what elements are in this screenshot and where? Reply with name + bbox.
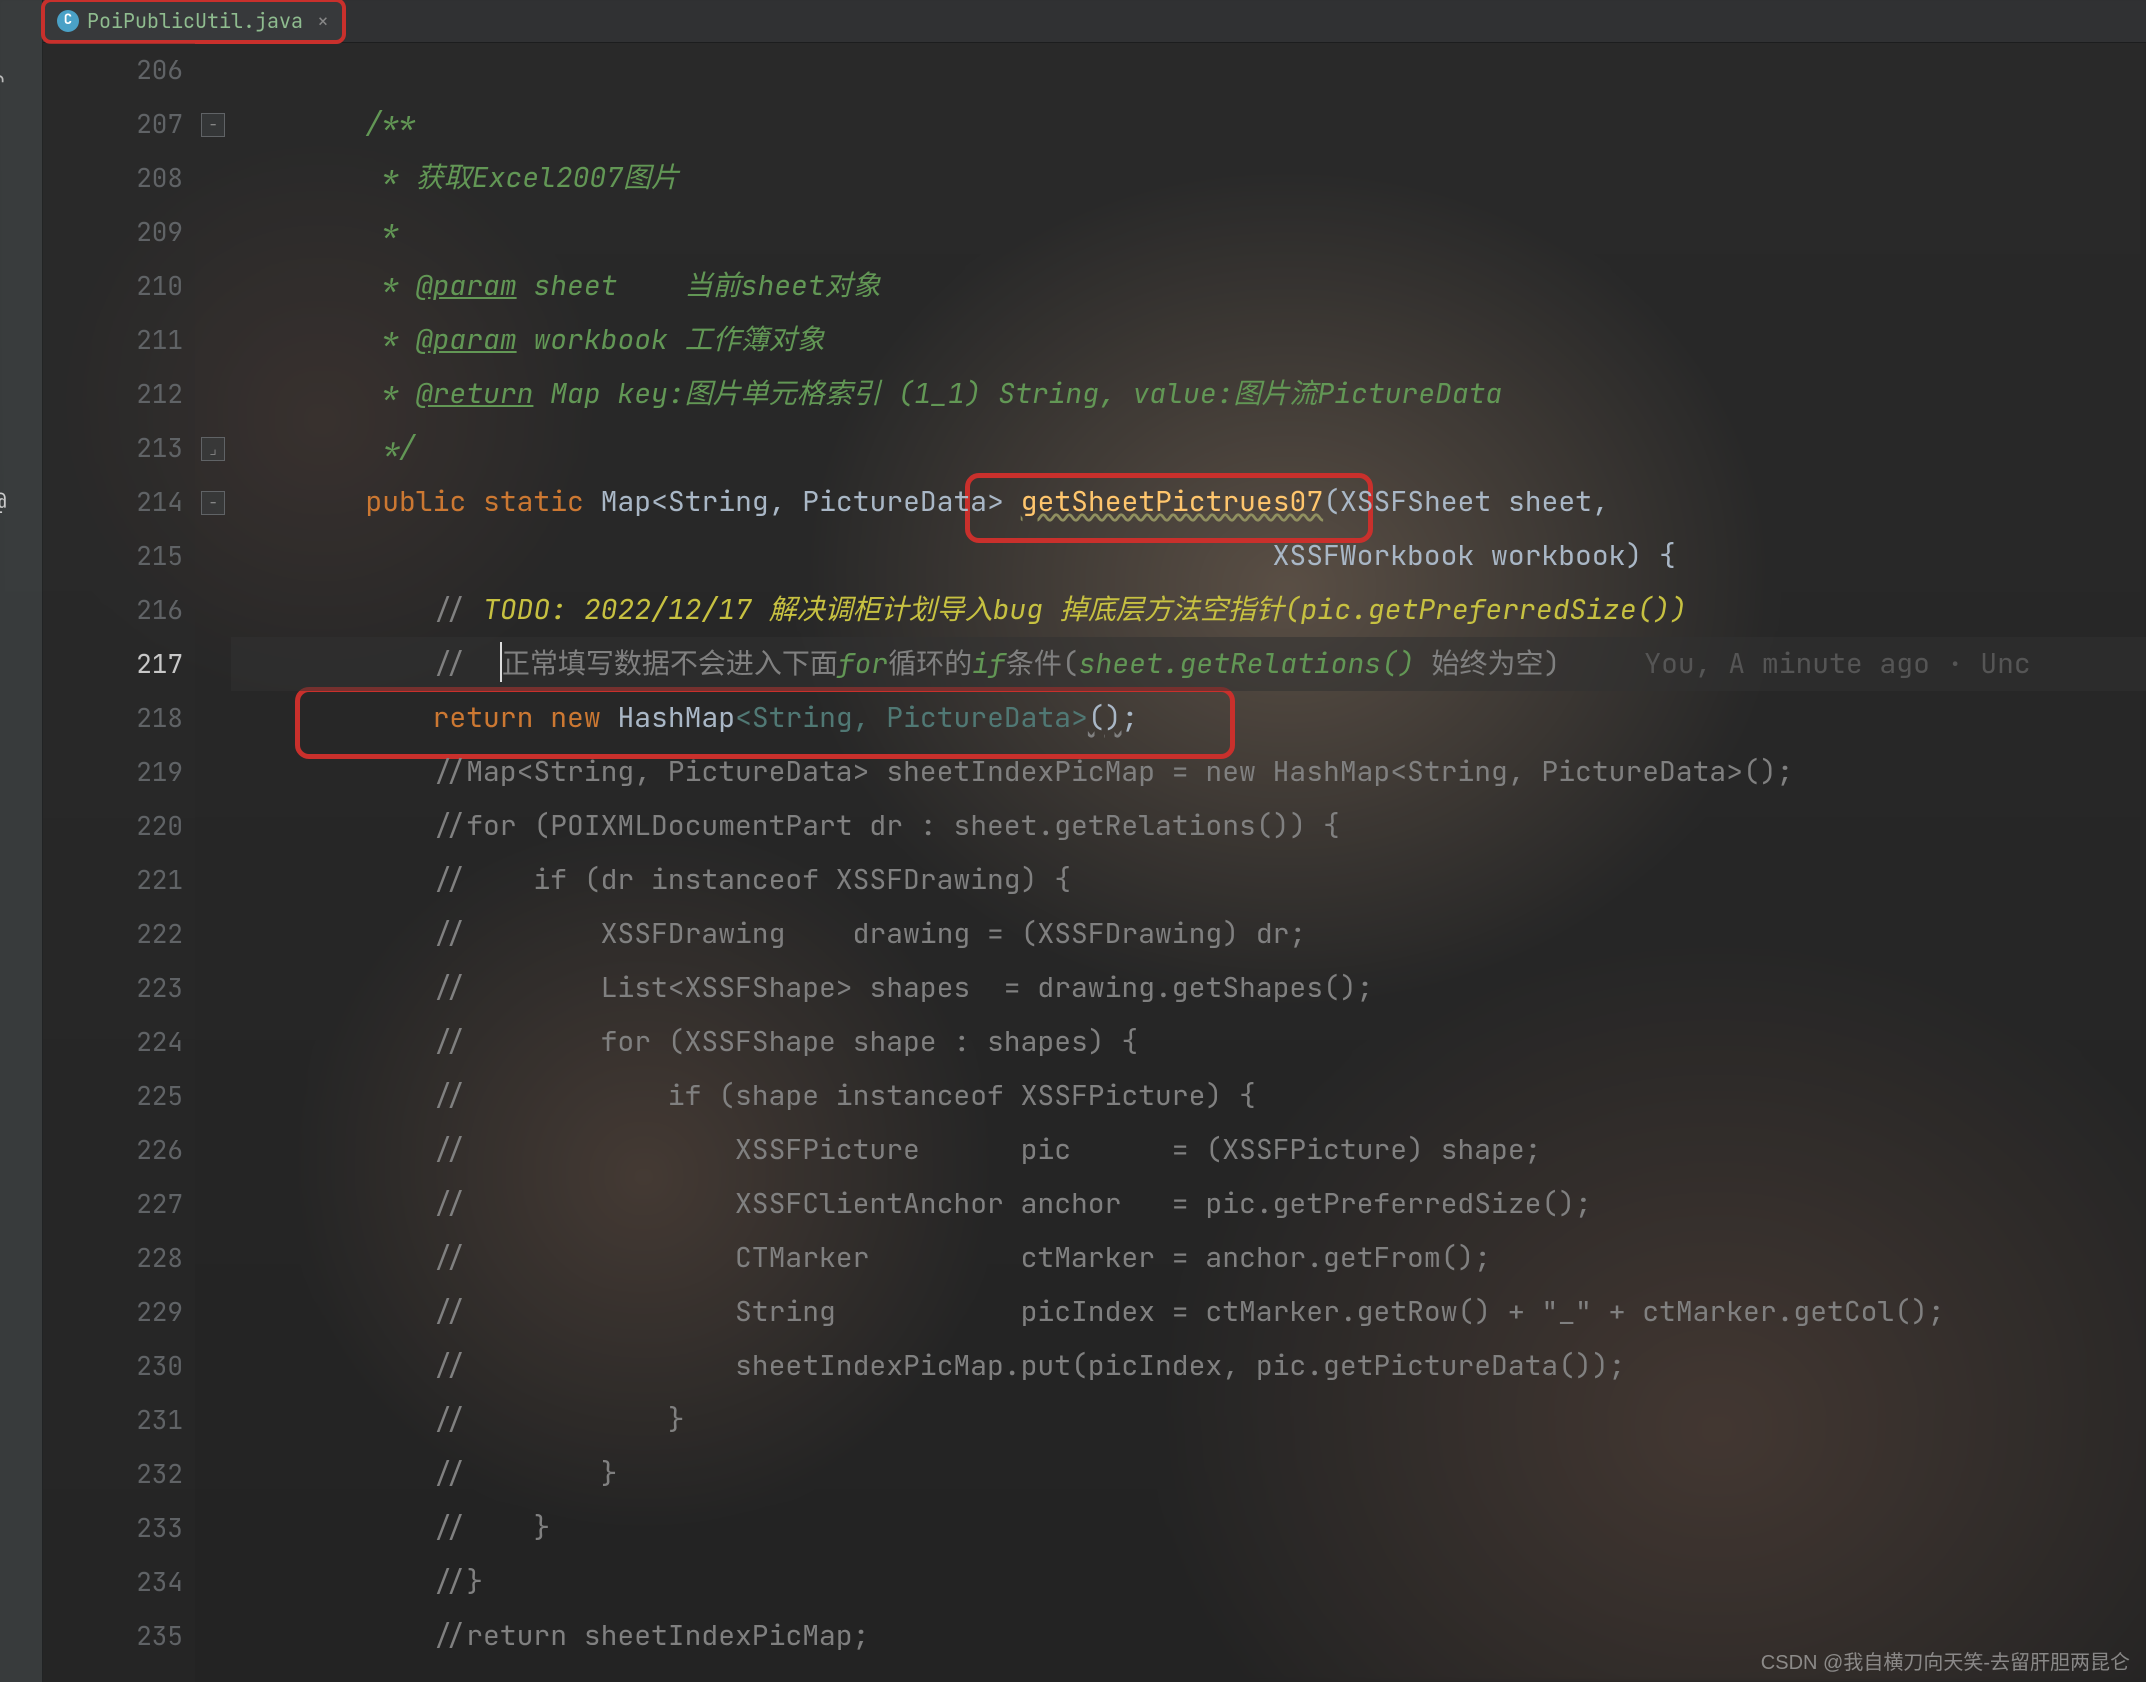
code-line[interactable]: */ — [231, 421, 2146, 475]
line-number[interactable]: 227 — [43, 1177, 183, 1231]
code-line[interactable]: * @param sheet 当前sheet对象 — [231, 259, 2146, 313]
code-line[interactable]: /** — [231, 97, 2146, 151]
line-number[interactable]: 229 — [43, 1285, 183, 1339]
close-icon[interactable]: × — [317, 10, 329, 32]
code-line[interactable]: * @return Map key:图片单元格索引 (1_1) String, … — [231, 367, 2146, 421]
line-number[interactable]: 232 — [43, 1447, 183, 1501]
ide-root: Project Structure Bookmarks C PoiPublicU… — [0, 0, 2146, 1682]
line-number[interactable]: 226 — [43, 1123, 183, 1177]
code-line[interactable] — [231, 43, 2146, 97]
line-number[interactable]: 234 — [43, 1555, 183, 1609]
code-line[interactable]: // for (XSSFShape shape : shapes) { — [231, 1015, 2146, 1069]
code-line[interactable]: // List<XSSFShape> shapes = drawing.getS… — [231, 961, 2146, 1015]
editor-tab-poipublicutil[interactable]: C PoiPublicUtil.java × — [43, 0, 344, 42]
fold-toggle-icon[interactable]: − — [201, 491, 225, 515]
line-number[interactable]: 220 — [43, 799, 183, 853]
code-editor[interactable]: 206207208209210211212213214@215216217218… — [43, 43, 2146, 1682]
editor-area: C PoiPublicUtil.java × 20620720820921021… — [43, 0, 2146, 1682]
csdn-watermark: CSDN @我自横刀向天笑-去留肝胆两昆仑 — [1761, 1652, 2130, 1674]
line-number[interactable]: 215 — [43, 529, 183, 583]
code-line[interactable]: // XSSFDrawing drawing = (XSSFDrawing) d… — [231, 907, 2146, 961]
line-number-gutter[interactable]: 206207208209210211212213214@215216217218… — [43, 43, 195, 1682]
line-number[interactable]: 214 — [43, 475, 183, 529]
line-number[interactable]: 207 — [43, 97, 183, 151]
code-line[interactable]: * 获取Excel2007图片 — [231, 151, 2146, 205]
line-number[interactable]: 218 — [43, 691, 183, 745]
line-number[interactable]: 210 — [43, 259, 183, 313]
code-line[interactable]: // TODO: 2022/12/17 解决调柜计划导入bug 掉底层方法空指针… — [231, 583, 2146, 637]
line-number[interactable]: 217 — [43, 637, 183, 691]
fold-toggle-icon[interactable]: − — [201, 113, 225, 137]
code-line[interactable]: public static Map<String, PictureData> g… — [231, 475, 2146, 529]
tool-window-button-project[interactable]: Project — [0, 96, 6, 150]
line-number[interactable]: 206 — [43, 43, 183, 97]
editor-tab-label: PoiPublicUtil.java — [87, 10, 303, 32]
line-number[interactable]: 223 — [43, 961, 183, 1015]
line-number[interactable]: 233 — [43, 1501, 183, 1555]
code-line[interactable]: * — [231, 205, 2146, 259]
folder-icon — [0, 126, 2, 144]
code-content[interactable]: /** * 获取Excel2007图片 * * @param sheet 当前s… — [231, 43, 2146, 1682]
line-number[interactable]: 222 — [43, 907, 183, 961]
code-line[interactable]: // } — [231, 1393, 2146, 1447]
line-number[interactable]: 231 — [43, 1393, 183, 1447]
code-line[interactable]: // } — [231, 1447, 2146, 1501]
line-number[interactable]: 212 — [43, 367, 183, 421]
line-number[interactable]: 224 — [43, 1015, 183, 1069]
fold-end-icon: ⌟ — [201, 437, 225, 461]
code-line[interactable]: // sheetIndexPicMap.put(picIndex, pic.ge… — [231, 1339, 2146, 1393]
code-line[interactable]: XSSFWorkbook workbook) { — [231, 529, 2146, 583]
line-number[interactable]: 221 — [43, 853, 183, 907]
line-number[interactable]: 228 — [43, 1231, 183, 1285]
code-line[interactable]: * @param workbook 工作簿对象 — [231, 313, 2146, 367]
line-number[interactable]: 216 — [43, 583, 183, 637]
code-line[interactable]: // CTMarker ctMarker = anchor.getFrom(); — [231, 1231, 2146, 1285]
code-line[interactable]: // if (dr instanceof XSSFDrawing) { — [231, 853, 2146, 907]
code-line[interactable]: // XSSFPicture pic = (XSSFPicture) shape… — [231, 1123, 2146, 1177]
code-line[interactable]: //Map<String, PictureData> sheetIndexPic… — [231, 745, 2146, 799]
code-line[interactable]: // String picIndex = ctMarker.getRow() +… — [231, 1285, 2146, 1339]
line-number[interactable]: 230 — [43, 1339, 183, 1393]
line-number[interactable]: 213 — [43, 421, 183, 475]
java-class-icon: C — [57, 10, 79, 32]
code-line[interactable]: // 正常填写数据不会进入下面for循环的if条件(sheet.getRelat… — [231, 637, 2146, 691]
line-number[interactable]: 208 — [43, 151, 183, 205]
code-line[interactable]: // } — [231, 1501, 2146, 1555]
fold-column[interactable]: − ⌟ − — [195, 43, 231, 1682]
line-number[interactable]: 235 — [43, 1609, 183, 1663]
tool-window-stripe-left: Project Structure Bookmarks — [0, 0, 43, 1682]
code-line[interactable]: // XSSFClientAnchor anchor = pic.getPref… — [231, 1177, 2146, 1231]
code-line[interactable]: // if (shape instanceof XSSFPicture) { — [231, 1069, 2146, 1123]
tool-window-label: Project — [0, 36, 4, 120]
editor-tab-bar: C PoiPublicUtil.java × — [43, 0, 2146, 43]
line-number[interactable]: 211 — [43, 313, 183, 367]
line-number[interactable]: 225 — [43, 1069, 183, 1123]
line-number[interactable]: 209 — [43, 205, 183, 259]
code-line[interactable]: //for (POIXMLDocumentPart dr : sheet.get… — [231, 799, 2146, 853]
line-number[interactable]: 219 — [43, 745, 183, 799]
code-line[interactable]: //} — [231, 1555, 2146, 1609]
code-line[interactable]: return new HashMap<String, PictureData>(… — [231, 691, 2146, 745]
